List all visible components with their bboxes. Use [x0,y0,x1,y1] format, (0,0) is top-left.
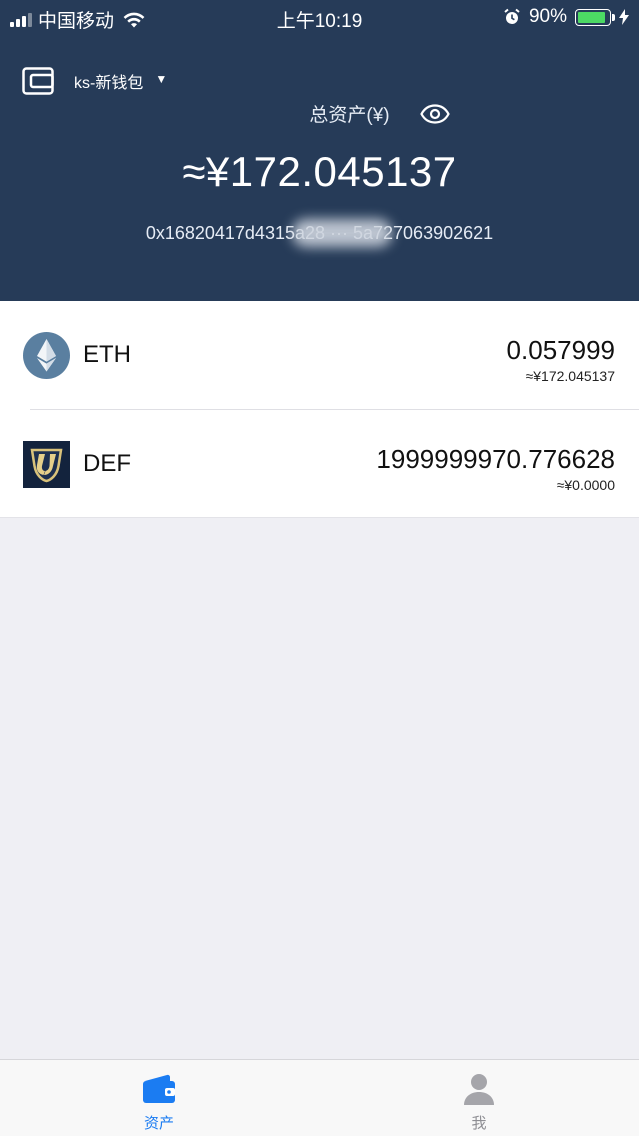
tab-assets[interactable]: 资产 [109,1072,209,1133]
charging-icon [619,9,629,25]
total-assets-value: ≈¥172.045137 [182,148,457,195]
token-symbol: ETH [83,341,131,368]
eye-icon[interactable] [419,103,450,124]
wallet-header: 中国移动 上午10:19 90% ks-新钱包 ▼ 总资产(¥) ≈¥172.0… [0,0,639,301]
token-balance: 1999999970.776628 [376,444,615,474]
token-symbol: DEF [83,450,131,477]
total-assets-label: 总资产(¥) [309,105,390,126]
tab-me[interactable]: 我 [429,1072,529,1133]
token-balance: 0.057999 [506,335,615,365]
battery-icon [575,8,615,26]
tab-label: 我 [471,1115,487,1132]
wallet-name: ks-新钱包 [74,75,144,92]
tab-label: 资产 [143,1115,174,1132]
status-bar: 中国移动 上午10:19 90% [0,0,639,34]
address-redaction [292,219,392,247]
wallet-switcher[interactable]: ks-新钱包 ▼ [22,67,167,95]
tab-bar: 资产 我 [0,1059,639,1136]
ethereum-icon [23,332,70,379]
battery-fill [578,11,605,23]
token-fiat-value: ≈¥0.0000 [556,477,615,493]
caret-down-icon: ▼ [155,72,168,86]
def-token-icon [23,441,70,488]
token-row-def[interactable]: DEF 1999999970.776628 ≈¥0.0000 [23,409,639,517]
wallet-icon [22,67,54,95]
alarm-icon [504,8,520,24]
token-row-eth[interactable]: ETH 0.057999 ≈¥172.045137 [0,301,639,409]
wallet-icon [143,1074,175,1103]
battery-percent: 90% [528,6,567,27]
token-fiat-value: ≈¥172.045137 [525,368,615,384]
user-icon [464,1074,494,1105]
token-list: ETH 0.057999 ≈¥172.045137 DEF 1999999970… [0,301,639,518]
